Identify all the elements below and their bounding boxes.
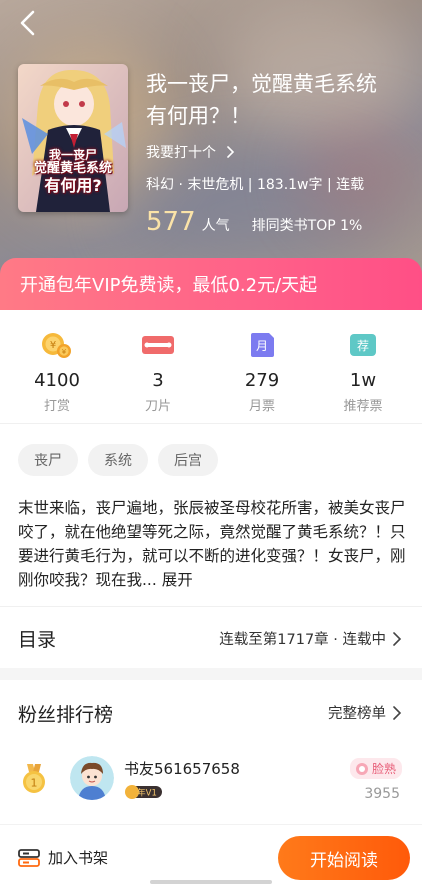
- tag-chip[interactable]: 系统: [88, 444, 148, 476]
- fan-row[interactable]: 1 书友561657658 年V1 脸熟 3955: [0, 750, 422, 820]
- stat-label: 打赏: [43, 399, 70, 414]
- monthly-ticket-icon: 月: [212, 330, 312, 360]
- catalog-status: 连载至第1717章 · 连载中: [219, 628, 402, 649]
- stat-value: 279: [244, 370, 280, 391]
- fan-score: 3955: [364, 786, 400, 802]
- fan-username: 书友561657658: [124, 760, 240, 778]
- stat-monthly[interactable]: 月 279 月票: [212, 330, 312, 414]
- stat-value: 4100: [34, 370, 80, 391]
- book-description: 末世来临，丧尸遍地，张辰被圣母校花所害，被美女丧尸咬了，就在他绝望等死之际，竟然…: [18, 496, 408, 592]
- stat-label: 推荐票: [343, 399, 383, 414]
- catalog-title: 目录: [18, 629, 57, 651]
- description-text: 末世来临，丧尸遍地，张辰被圣母校花所害，被美女丧尸咬了，就在他绝望等死之际，竟然…: [18, 499, 406, 589]
- vip-banner[interactable]: 开通包年VIP免费读，最低0.2元/天起: [0, 258, 422, 310]
- book-meta: 科幻 · 末世危机 | 183.1w字 | 连载: [146, 177, 365, 193]
- tag-chip[interactable]: 丧尸: [18, 444, 78, 476]
- catalog-status-text: 连载至第1717章 · 连载中: [219, 632, 386, 648]
- popularity-value: 577: [146, 207, 196, 237]
- svg-text:荐: 荐: [357, 339, 369, 353]
- start-reading-button[interactable]: 开始阅读: [278, 836, 410, 880]
- book-cover[interactable]: 我一丧尸 觉醒黄毛系统 有何用?: [18, 64, 128, 212]
- flower-icon: [355, 762, 368, 775]
- book-info-panel: ¥ ¥ 4100 打赏 3 刀片 月 279 月票 荐 1w 推荐票 丧尸 系统…: [0, 310, 422, 668]
- svg-text:月: 月: [256, 339, 268, 353]
- annual-vip-badge: 年V1: [125, 785, 162, 799]
- stat-recommend[interactable]: 荐 1w 推荐票: [313, 330, 413, 414]
- fan-level-badge: 脸熟: [349, 758, 402, 779]
- book-header: 我一丧尸 觉醒黄毛系统 有何用? 我一丧尸，觉醒黄毛系统有何用？！ 我要打十个 …: [0, 0, 422, 276]
- fan-level-text: 脸熟: [371, 762, 396, 776]
- rank-text[interactable]: 排同类书TOP 1%: [252, 215, 363, 235]
- chevron-right-icon: [393, 705, 402, 720]
- stat-blade[interactable]: 3 刀片: [108, 330, 208, 414]
- avatar[interactable]: [70, 756, 114, 800]
- chevron-right-icon: [227, 146, 235, 158]
- fan-ranking-panel: 粉丝排行榜 完整榜单 1 书友561657658 年V1 脸熟 3955: [0, 680, 422, 824]
- stat-value: 1w: [349, 370, 377, 391]
- home-indicator: [150, 880, 272, 884]
- bottom-action-bar: 加入书架 开始阅读: [0, 824, 422, 888]
- author-name: 我要打十个: [146, 145, 216, 161]
- author-link[interactable]: 我要打十个: [146, 142, 236, 162]
- cover-title: 我一丧尸 觉醒黄毛系统 有何用?: [33, 148, 112, 195]
- svg-text:¥: ¥: [50, 340, 56, 351]
- bookshelf-icon: [18, 848, 40, 867]
- svg-text:1: 1: [31, 777, 38, 790]
- full-ranking-label: 完整榜单: [328, 706, 386, 722]
- chevron-right-icon: [393, 631, 402, 646]
- recommend-ticket-icon: 荐: [313, 330, 413, 360]
- gold-medal-icon: 1: [23, 764, 45, 793]
- fan-ranking-title: 粉丝排行榜: [18, 704, 114, 726]
- popularity-label: 人气: [201, 218, 230, 234]
- stat-reward[interactable]: ¥ ¥ 4100 打赏: [7, 330, 107, 414]
- full-ranking-link[interactable]: 完整榜单: [328, 702, 402, 723]
- stats-row: ¥ ¥ 4100 打赏 3 刀片 月 279 月票 荐 1w 推荐票: [0, 310, 422, 424]
- coins-icon: ¥ ¥: [7, 330, 107, 360]
- stat-label: 月票: [248, 399, 275, 414]
- svg-text:年V1: 年V1: [137, 788, 157, 799]
- back-arrow-icon[interactable]: [14, 8, 44, 38]
- add-to-shelf-button[interactable]: 加入书架: [18, 847, 108, 868]
- stat-value: 3: [152, 370, 164, 391]
- add-to-shelf-label: 加入书架: [48, 849, 109, 867]
- catalog-row[interactable]: 目录 连载至第1717章 · 连载中: [0, 606, 422, 668]
- stat-label: 刀片: [144, 399, 171, 414]
- popularity-row: 577 人气 排同类书TOP 1%: [146, 207, 362, 237]
- expand-button[interactable]: 展开: [162, 571, 193, 589]
- book-title: 我一丧尸，觉醒黄毛系统有何用？！: [146, 72, 377, 128]
- tag-chip[interactable]: 后宫: [158, 444, 218, 476]
- blade-icon: [108, 330, 208, 360]
- svg-text:¥: ¥: [62, 348, 67, 356]
- tag-list: 丧尸 系统 后宫: [18, 444, 218, 476]
